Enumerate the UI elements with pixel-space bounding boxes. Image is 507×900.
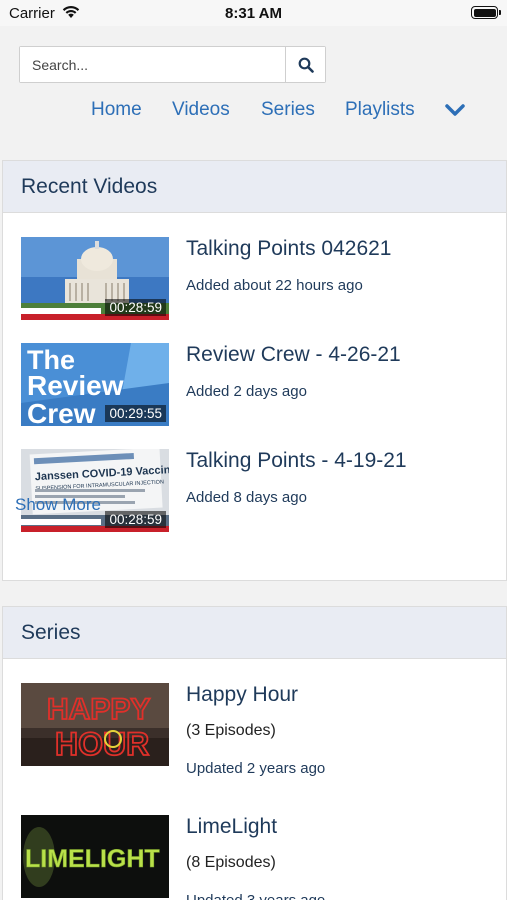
- thumbnail-text: HAPPY: [47, 693, 150, 726]
- status-bar: Carrier 8:31 AM: [0, 0, 507, 26]
- video-title[interactable]: Talking Points - 4-19-21: [186, 449, 407, 473]
- video-thumbnail[interactable]: 00:28:59: [21, 237, 169, 320]
- battery-icon: [471, 6, 501, 19]
- series-item[interactable]: HAPPY HOUR Happy Hour (3 Episodes) Updat…: [3, 683, 506, 793]
- thumbnail-text: Review: [27, 370, 124, 401]
- video-duration: 00:28:59: [105, 511, 166, 528]
- series-episode-count: (8 Episodes): [186, 854, 276, 871]
- happy-hour-thumbnail-image: HAPPY HOUR: [21, 683, 169, 766]
- nav-playlists[interactable]: Playlists: [345, 99, 415, 121]
- recent-videos-section: Recent Videos 00:28:59 Talking Points 04…: [2, 160, 507, 581]
- section-title: Series: [3, 607, 506, 659]
- video-thumbnail[interactable]: Janssen COVID-19 Vaccine SUSPENSION FOR …: [21, 449, 169, 532]
- chevron-down-icon[interactable]: [444, 99, 466, 121]
- video-added: Added 2 days ago: [186, 383, 307, 400]
- search-button[interactable]: [285, 47, 325, 82]
- section-title: Recent Videos: [3, 161, 506, 213]
- limelight-thumbnail-image: LIMELIGHT: [21, 815, 169, 898]
- video-thumbnail[interactable]: The Review Crew 00:29:55: [21, 343, 169, 426]
- thumbnail-text: LIMELIGHT: [25, 845, 160, 873]
- main-nav: Home Videos Series Playlists: [0, 99, 507, 123]
- video-duration: 00:29:55: [105, 405, 166, 422]
- series-item[interactable]: LIMELIGHT LimeLight (8 Episodes) Updated…: [3, 815, 506, 900]
- series-section: Series HAPPY HOUR Happy Hour (3 Episodes…: [2, 606, 507, 900]
- thumbnail-text: Crew: [27, 398, 96, 426]
- nav-home[interactable]: Home: [91, 99, 142, 121]
- search-input[interactable]: [20, 47, 286, 82]
- series-thumbnail[interactable]: LIMELIGHT: [21, 815, 169, 898]
- header: Home Videos Series Playlists: [0, 26, 507, 160]
- video-item[interactable]: 00:28:59 Talking Points 042621 Added abo…: [3, 237, 506, 327]
- series-title[interactable]: Happy Hour: [186, 683, 298, 707]
- series-updated: Updated 2 years ago: [186, 760, 326, 777]
- nav-series[interactable]: Series: [261, 99, 315, 121]
- series-title[interactable]: LimeLight: [186, 815, 277, 839]
- thumbnail-text: HOUR: [55, 726, 149, 762]
- video-item[interactable]: The Review Crew 00:29:55 Review Crew - 4…: [3, 343, 506, 433]
- clock: 8:31 AM: [225, 5, 282, 22]
- video-added: Added 8 days ago: [186, 489, 307, 506]
- video-title[interactable]: Review Crew - 4-26-21: [186, 343, 401, 367]
- series-episode-count: (3 Episodes): [186, 722, 276, 739]
- search-icon: [298, 57, 314, 73]
- show-more-link[interactable]: Show More: [15, 495, 101, 515]
- series-thumbnail[interactable]: HAPPY HOUR: [21, 683, 169, 766]
- video-added: Added about 22 hours ago: [186, 277, 363, 294]
- nav-videos[interactable]: Videos: [172, 99, 230, 121]
- series-updated: Updated 3 years ago: [186, 892, 325, 900]
- video-duration: 00:28:59: [105, 299, 166, 316]
- search-bar: [19, 46, 326, 83]
- video-title[interactable]: Talking Points 042621: [186, 237, 391, 261]
- video-item[interactable]: Janssen COVID-19 Vaccine SUSPENSION FOR …: [3, 449, 506, 539]
